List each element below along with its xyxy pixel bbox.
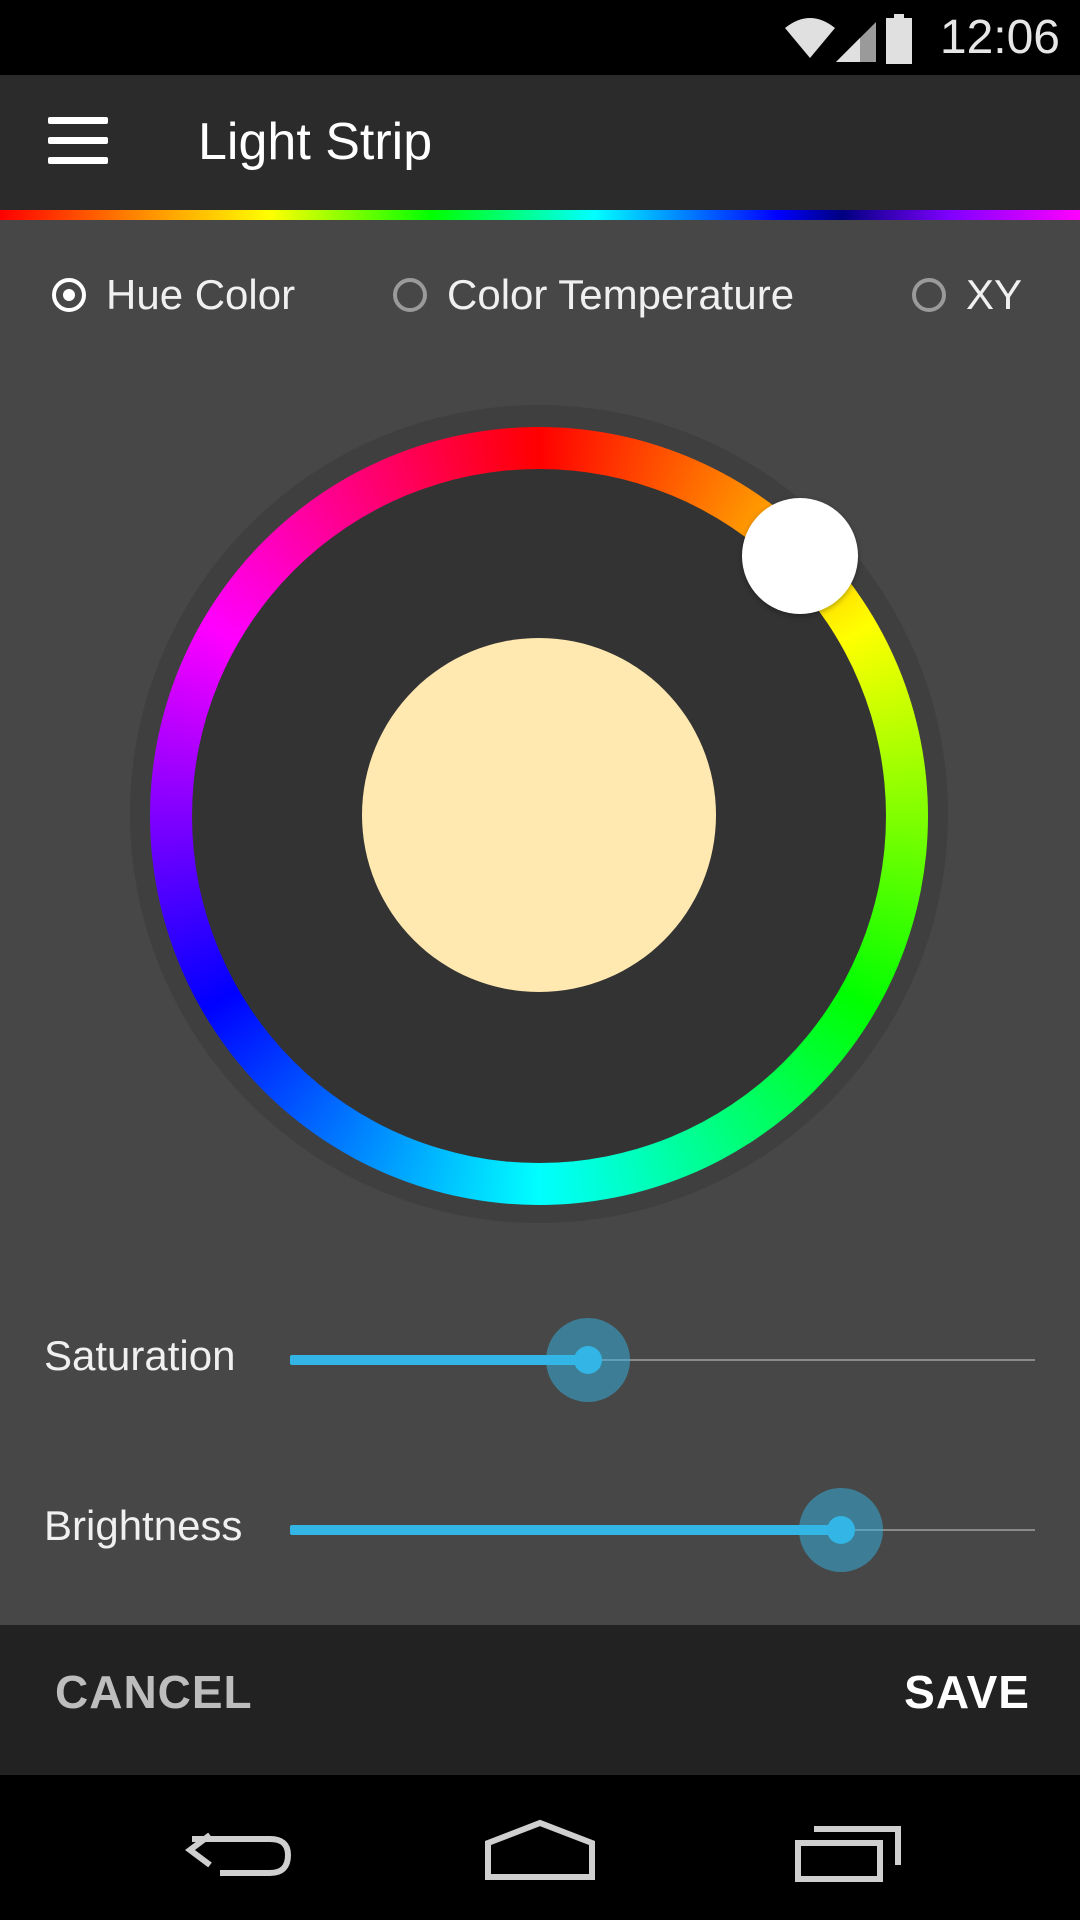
home-icon[interactable]	[480, 1815, 600, 1885]
save-button[interactable]: SAVE	[904, 1665, 1030, 1719]
radio-color-temperature[interactable]: Color Temperature	[393, 260, 794, 330]
color-mode-selector: Hue Color Color Temperature XY	[0, 260, 1080, 330]
slider-thumb-dot	[574, 1346, 602, 1374]
rainbow-divider	[0, 210, 1080, 220]
status-time: 12:06	[939, 11, 1060, 64]
color-preview[interactable]	[362, 638, 716, 992]
battery-icon	[886, 14, 912, 64]
radio-unselected-icon	[393, 278, 427, 312]
saturation-label: Saturation	[44, 1332, 236, 1379]
status-icons	[785, 14, 912, 64]
wifi-icon	[785, 18, 835, 58]
radio-unselected-icon	[912, 278, 946, 312]
hue-selector-knob[interactable]	[742, 498, 858, 614]
brightness-slider-fill	[290, 1525, 842, 1535]
app-bar: Light Strip	[0, 75, 1080, 210]
action-bar: CANCEL SAVE	[0, 1625, 1080, 1775]
cancel-button[interactable]: CANCEL	[55, 1665, 253, 1719]
brightness-slider-row: Brightness	[0, 1480, 1080, 1580]
radio-selected-icon	[52, 278, 86, 312]
signal-icon	[836, 22, 876, 62]
brightness-label: Brightness	[44, 1502, 243, 1549]
saturation-slider-row: Saturation	[0, 1310, 1080, 1410]
radio-xy[interactable]: XY	[912, 260, 1022, 330]
radio-label: Hue Color	[106, 271, 296, 318]
saturation-slider-thumb[interactable]	[546, 1318, 630, 1402]
recent-apps-icon[interactable]	[790, 1815, 910, 1885]
radio-hue-color[interactable]: Hue Color	[52, 260, 295, 330]
page-title: Light Strip	[198, 113, 433, 171]
saturation-slider-fill	[290, 1355, 588, 1365]
status-bar: 12:06	[0, 0, 1080, 75]
radio-label: Color Temperature	[447, 271, 795, 318]
radio-label: XY	[966, 271, 1023, 318]
brightness-slider-thumb[interactable]	[799, 1488, 884, 1572]
back-icon[interactable]	[180, 1815, 300, 1885]
slider-thumb-dot	[827, 1516, 856, 1544]
hamburger-menu-icon[interactable]	[48, 117, 108, 165]
navigation-bar	[0, 1775, 1080, 1920]
